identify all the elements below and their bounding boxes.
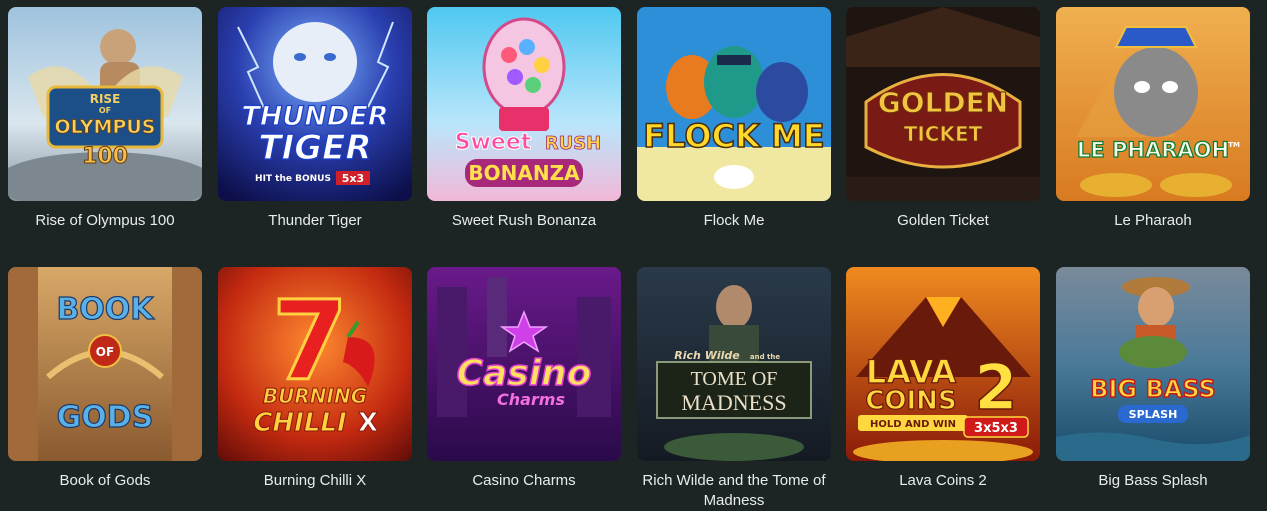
game-title[interactable]: Big Bass Splash: [1056, 471, 1250, 491]
game-title[interactable]: Golden Ticket: [846, 211, 1040, 231]
art-text: TIGER: [258, 128, 371, 168]
art-text: BIG BASS: [1090, 375, 1216, 403]
game-thumbnail[interactable]: BIG BASS SPLASH: [1056, 267, 1250, 461]
art-text: TICKET: [904, 122, 983, 146]
art-text: SPLASH: [1129, 408, 1178, 421]
game-tile-rich-wilde-tome-of-madness[interactable]: Rich Wilde and the TOME OF MADNESS Rich …: [637, 267, 831, 511]
art-text: Casino: [457, 353, 592, 394]
game-thumbnail[interactable]: Sweet RUSH BONANZA: [427, 7, 621, 201]
art-text: HIT the BONUS: [255, 174, 331, 184]
game-thumbnail[interactable]: THUNDER TIGER HIT the BONUS 5x3: [218, 7, 412, 201]
art-text: TM: [1228, 141, 1240, 149]
art-text: RUSH: [545, 133, 602, 154]
art-text: 100: [82, 144, 128, 169]
game-tile-thunder-tiger[interactable]: THUNDER TIGER HIT the BONUS 5x3 Thunder …: [218, 7, 412, 231]
game-thumbnail[interactable]: FLOCK ME: [637, 7, 831, 201]
game-thumbnail[interactable]: BOOK OF GODS: [8, 267, 202, 461]
game-tile-book-of-gods[interactable]: BOOK OF GODS Book of Gods: [8, 267, 202, 491]
game-grid: RISE OF OLYMPUS 100 Rise of Olympus 100: [0, 0, 1267, 509]
game-thumbnail[interactable]: LE PHARAOH TM: [1056, 7, 1250, 201]
game-tile-golden-ticket[interactable]: GOLDEN TICKET Golden Ticket: [846, 7, 1040, 231]
game-title[interactable]: Sweet Rush Bonanza: [427, 211, 621, 231]
art-text: MADNESS: [681, 390, 786, 415]
art-text: GODS: [57, 400, 154, 435]
art-text: FLOCK ME: [643, 117, 824, 155]
art-text: RISE: [90, 92, 121, 106]
game-title[interactable]: Lava Coins 2: [846, 471, 1040, 491]
art-text: 5x3: [342, 172, 364, 185]
art-text: Sweet: [455, 130, 532, 155]
art-text: Rich Wilde: [674, 349, 740, 362]
art-text: TOME OF: [691, 368, 778, 390]
art-text: BOOK: [56, 292, 155, 327]
art-text: LE PHARAOH: [1077, 138, 1229, 162]
game-tile-casino-charms[interactable]: Casino Charms Casino Charms: [427, 267, 621, 491]
art-text: BURNING: [263, 384, 367, 408]
game-thumbnail[interactable]: Rich Wilde and the TOME OF MADNESS: [637, 267, 831, 461]
game-thumbnail[interactable]: LAVA COINS 2 HOLD AND WIN 3x5x3: [846, 267, 1040, 461]
art-text: COINS: [865, 386, 956, 416]
art-text: Charms: [497, 390, 565, 409]
art-text: and the: [750, 353, 780, 361]
game-tile-big-bass-splash[interactable]: BIG BASS SPLASH Big Bass Splash: [1056, 267, 1250, 491]
game-thumbnail[interactable]: GOLDEN TICKET: [846, 7, 1040, 201]
art-text: CHILLI: [253, 408, 347, 438]
art-text: X: [358, 408, 378, 438]
game-thumbnail[interactable]: Casino Charms: [427, 267, 621, 461]
game-tile-sweet-rush-bonanza[interactable]: Sweet RUSH BONANZA Sweet Rush Bonanza: [427, 7, 621, 231]
game-title[interactable]: Rise of Olympus 100: [8, 211, 202, 231]
art-text: BONANZA: [468, 161, 580, 185]
game-thumbnail[interactable]: RISE OF OLYMPUS 100: [8, 7, 202, 201]
game-title[interactable]: Burning Chilli X: [218, 471, 412, 491]
game-tile-le-pharaoh[interactable]: LE PHARAOH TM Le Pharaoh: [1056, 7, 1250, 231]
game-tile-burning-chilli-x[interactable]: 7 BURNING CHILLI X Burning Chilli X: [218, 267, 412, 491]
art-text: 3x5x3: [974, 421, 1018, 436]
game-tile-rise-of-olympus-100[interactable]: RISE OF OLYMPUS 100 Rise of Olympus 100: [8, 7, 202, 231]
art-text: HOLD AND WIN: [870, 419, 956, 430]
game-tile-lava-coins-2[interactable]: LAVA COINS 2 HOLD AND WIN 3x5x3 Lava Coi…: [846, 267, 1040, 491]
art-text: 2: [974, 351, 1017, 424]
art-text: OF: [96, 345, 114, 359]
game-title[interactable]: Le Pharaoh: [1056, 211, 1250, 231]
art-text: OLYMPUS: [54, 116, 155, 138]
game-title[interactable]: Thunder Tiger: [218, 211, 412, 231]
game-tile-flock-me[interactable]: FLOCK ME Flock Me: [637, 7, 831, 231]
art-text: OF: [99, 106, 111, 115]
game-thumbnail[interactable]: 7 BURNING CHILLI X: [218, 267, 412, 461]
game-title[interactable]: Rich Wilde and the Tome of Madness: [637, 471, 831, 511]
art-text: GOLDEN: [878, 86, 1008, 119]
game-title[interactable]: Casino Charms: [427, 471, 621, 491]
game-title[interactable]: Flock Me: [637, 211, 831, 231]
game-title[interactable]: Book of Gods: [8, 471, 202, 491]
